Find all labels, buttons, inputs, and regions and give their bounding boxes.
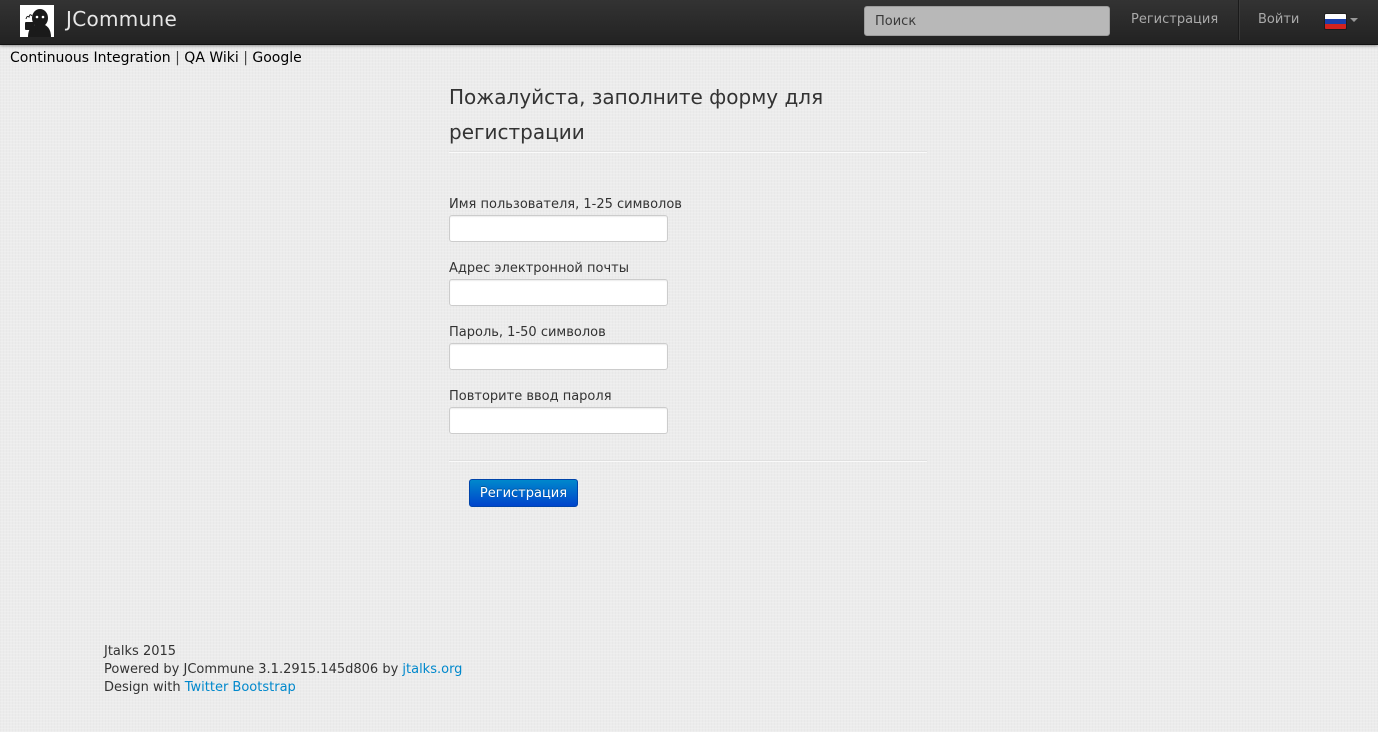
username-input[interactable] [449, 215, 668, 242]
caret-down-icon [1350, 18, 1358, 22]
top-navbar: JCommune Регистрация Войти [0, 0, 1378, 45]
footer: Jtalks 2015 Powered by JCommune 3.1.2915… [104, 643, 462, 697]
search-input[interactable] [864, 6, 1110, 36]
password-confirm-input[interactable] [449, 407, 668, 434]
password-label: Пароль, 1-50 символов [449, 325, 606, 340]
external-links-bar: Continuous Integration | QA Wiki | Googl… [10, 50, 302, 66]
email-input[interactable] [449, 279, 668, 306]
nav-login-link[interactable]: Войти [1258, 0, 1299, 44]
divider [449, 151, 927, 153]
link-continuous-integration[interactable]: Continuous Integration [10, 50, 171, 66]
russian-flag-icon [1325, 14, 1346, 29]
register-button[interactable]: Регистрация [469, 479, 578, 507]
footer-design-text: Design with [104, 680, 185, 695]
password-confirm-label: Повторите ввод пароля [449, 389, 612, 404]
email-label: Адрес электронной почты [449, 261, 629, 276]
page-title: Пожалуйста, заполните форму для регистра… [449, 85, 824, 144]
link-qa-wiki[interactable]: QA Wiki [184, 50, 238, 66]
link-separator: | [243, 50, 248, 66]
footer-powered-text: Powered by JCommune 3.1.2915.145d806 by [104, 662, 403, 677]
username-label: Имя пользователя, 1-25 символов [449, 197, 682, 212]
jtalks-link[interactable]: jtalks.org [402, 662, 462, 677]
password-input[interactable] [449, 343, 668, 370]
footer-design: Design with Twitter Bootstrap [104, 679, 462, 697]
logo-icon[interactable] [20, 5, 54, 37]
twitter-bootstrap-link[interactable]: Twitter Bootstrap [185, 680, 296, 695]
nav-register-link[interactable]: Регистрация [1131, 0, 1218, 44]
link-separator: | [175, 50, 180, 66]
footer-powered-by: Powered by JCommune 3.1.2915.145d806 by … [104, 661, 462, 679]
nav-divider [1238, 0, 1240, 40]
link-google[interactable]: Google [252, 50, 301, 66]
divider [449, 460, 927, 462]
brand-name[interactable]: JCommune [66, 7, 177, 31]
footer-copyright: Jtalks 2015 [104, 644, 177, 659]
language-selector[interactable] [1325, 13, 1361, 31]
